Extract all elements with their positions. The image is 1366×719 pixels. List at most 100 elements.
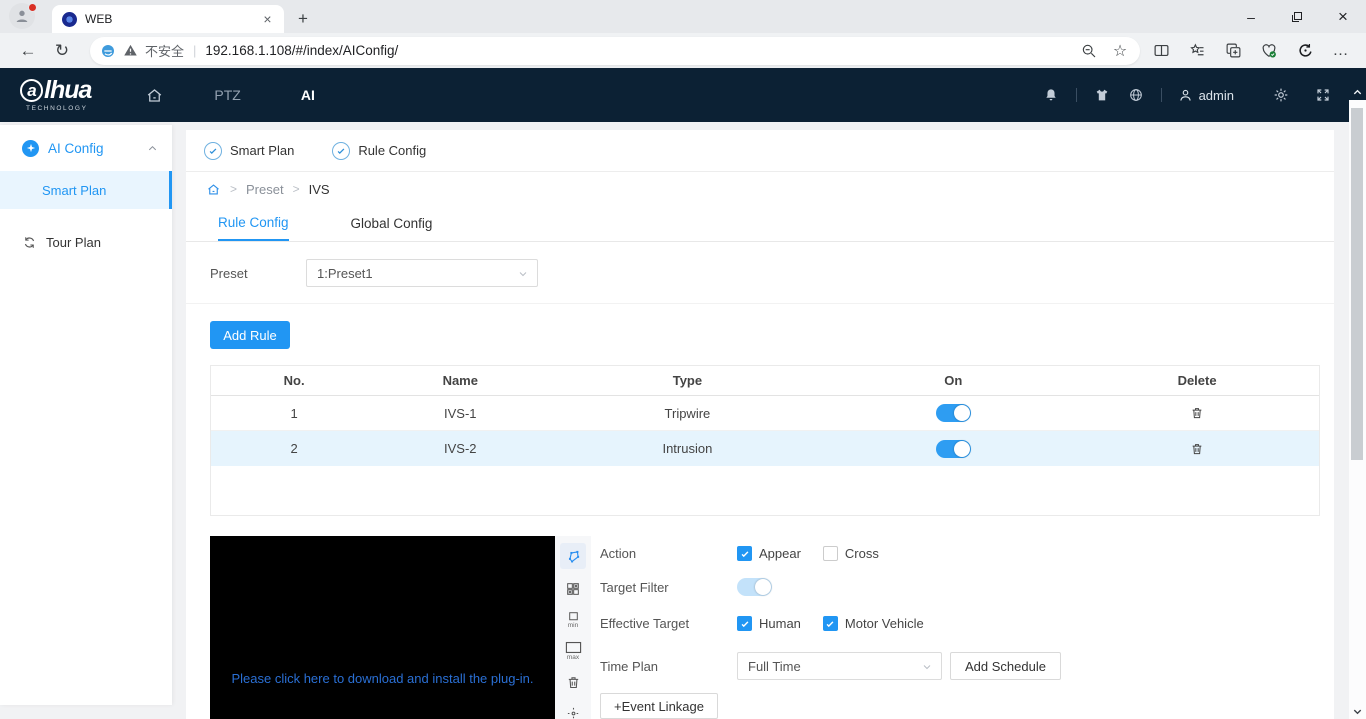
max-size-tool[interactable]: max (560, 640, 586, 662)
target-filter-label: Target Filter (600, 580, 737, 595)
settings-gear-icon[interactable] (1272, 86, 1290, 104)
chevron-down-icon (517, 268, 529, 280)
draw-rule-tool[interactable] (560, 543, 586, 569)
appear-label: Appear (759, 546, 801, 561)
appear-option[interactable]: Appear (737, 546, 801, 561)
tab-global-config[interactable]: Global Config (351, 206, 433, 241)
ie-mode-icon[interactable] (1290, 37, 1320, 65)
motor-vehicle-option[interactable]: Motor Vehicle (823, 616, 924, 631)
human-label: Human (759, 616, 801, 631)
delete-rule-icon[interactable] (1075, 442, 1319, 456)
tab-close-icon[interactable]: × (259, 11, 276, 28)
event-linkage-button[interactable]: +Event Linkage (600, 693, 718, 719)
refresh-icon[interactable]: ↻ (48, 37, 76, 65)
collapse-caret-icon[interactable] (147, 143, 158, 154)
sidebar-item-label: Smart Plan (42, 183, 106, 198)
language-globe-icon[interactable] (1127, 86, 1145, 104)
browser-profile-button[interactable] (9, 3, 39, 31)
favorite-star-icon[interactable]: ☆ (1108, 39, 1132, 63)
browser-menu-icon[interactable]: … (1326, 37, 1356, 65)
collections-icon[interactable] (1218, 37, 1248, 65)
sidebar-group-ai-config[interactable]: AI Config (0, 125, 172, 171)
step-label: Smart Plan (230, 143, 294, 158)
rule-config-form: Action Appear Cross Target Filter (600, 536, 1330, 719)
breadcrumb-separator: > (230, 182, 237, 196)
preset-label: Preset (210, 266, 306, 281)
window-minimize-button[interactable]: – (1228, 0, 1274, 33)
target-filter-row: Target Filter (600, 578, 1330, 596)
motor-vehicle-checkbox[interactable] (823, 616, 838, 631)
crosshair-tool[interactable] (560, 702, 586, 719)
appear-checkbox[interactable] (737, 546, 752, 561)
cross-checkbox[interactable] (823, 546, 838, 561)
rule-detail-section: Please click here to download and instal… (210, 536, 1334, 719)
window-controls: – × (1228, 0, 1366, 33)
step-rule-config: Rule Config (332, 142, 426, 160)
plugin-download-link[interactable]: Please click here to download and instal… (210, 671, 555, 686)
target-filter-toggle[interactable] (737, 578, 772, 596)
breadcrumb-preset[interactable]: Preset (246, 182, 284, 197)
window-restore-button[interactable] (1274, 0, 1320, 33)
cross-option[interactable]: Cross (823, 546, 879, 561)
col-on: On (831, 373, 1075, 388)
action-row: Action Appear Cross (600, 546, 1330, 561)
user-menu[interactable]: admin (1178, 88, 1234, 103)
sidebar-item-smart-plan[interactable]: Smart Plan (0, 171, 172, 209)
skin-theme-icon[interactable] (1093, 86, 1111, 104)
rule-on-toggle[interactable] (936, 440, 971, 458)
app-header: a lhua TECHNOLOGY PTZ AI admin (0, 68, 1366, 122)
human-checkbox[interactable] (737, 616, 752, 631)
time-plan-select[interactable]: Full Time (737, 652, 942, 680)
browser-essentials-icon[interactable] (1254, 37, 1284, 65)
back-icon[interactable]: ← (14, 37, 42, 65)
zoom-out-icon[interactable] (1077, 39, 1101, 63)
notification-bell-icon[interactable] (1042, 86, 1060, 104)
cross-label: Cross (845, 546, 879, 561)
window-close-button[interactable]: × (1320, 0, 1366, 33)
url-text[interactable]: 192.168.1.108/#/index/AIConfig/ (205, 43, 1070, 58)
add-rule-button[interactable]: Add Rule (210, 321, 290, 349)
video-preview: Please click here to download and instal… (210, 536, 555, 719)
favorites-bar-icon[interactable] (1182, 37, 1212, 65)
exclude-region-tool[interactable] (560, 578, 586, 600)
tour-plan-icon (22, 235, 37, 250)
home-nav-icon[interactable] (139, 80, 169, 110)
cell-type: Tripwire (543, 406, 831, 421)
delete-rule-icon[interactable] (1075, 406, 1319, 420)
browser-tab[interactable]: WEB × (52, 5, 284, 33)
preset-select[interactable]: 1:Preset1 (306, 259, 538, 287)
breadcrumb-home-icon[interactable] (206, 182, 221, 197)
scrollbar-track[interactable] (1349, 100, 1366, 704)
profile-alert-dot (28, 3, 37, 12)
tab-rule-config[interactable]: Rule Config (218, 206, 289, 241)
delete-draw-tool[interactable] (560, 671, 586, 693)
cell-no: 1 (211, 406, 377, 421)
table-row-selected[interactable]: 2 IVS-2 Intrusion (211, 431, 1319, 466)
time-plan-row: Time Plan Full Time Add Schedule (600, 652, 1330, 680)
nav-item-ai[interactable]: AI (286, 87, 330, 103)
new-tab-button[interactable]: + (292, 8, 314, 30)
draw-toolbar: min max (555, 536, 591, 719)
min-size-tool[interactable]: min (560, 609, 586, 631)
nav-item-ptz[interactable]: PTZ (199, 87, 255, 103)
table-row[interactable]: 1 IVS-1 Tripwire (211, 396, 1319, 431)
add-schedule-button[interactable]: Add Schedule (950, 652, 1061, 680)
scrollbar-thumb[interactable] (1351, 108, 1363, 460)
fullscreen-icon[interactable] (1314, 86, 1332, 104)
col-name: Name (377, 373, 543, 388)
scrollbar-up-icon[interactable] (1349, 84, 1366, 100)
time-plan-label: Time Plan (600, 659, 737, 674)
sidebar-item-tour-plan[interactable]: Tour Plan (0, 223, 172, 261)
logo-subtext: TECHNOLOGY (26, 106, 91, 113)
cell-type: Intrusion (543, 441, 831, 456)
rule-on-toggle[interactable] (936, 404, 971, 422)
chevron-down-icon (921, 661, 933, 673)
tab-favicon (62, 12, 77, 27)
motor-vehicle-label: Motor Vehicle (845, 616, 924, 631)
not-secure-label[interactable]: 不安全 (145, 41, 184, 60)
url-field[interactable]: 不安全 | 192.168.1.108/#/index/AIConfig/ ☆ (90, 37, 1140, 65)
scrollbar-down-icon[interactable] (1349, 704, 1366, 719)
human-option[interactable]: Human (737, 616, 801, 631)
max-label: max (567, 655, 579, 662)
split-screen-icon[interactable] (1146, 37, 1176, 65)
